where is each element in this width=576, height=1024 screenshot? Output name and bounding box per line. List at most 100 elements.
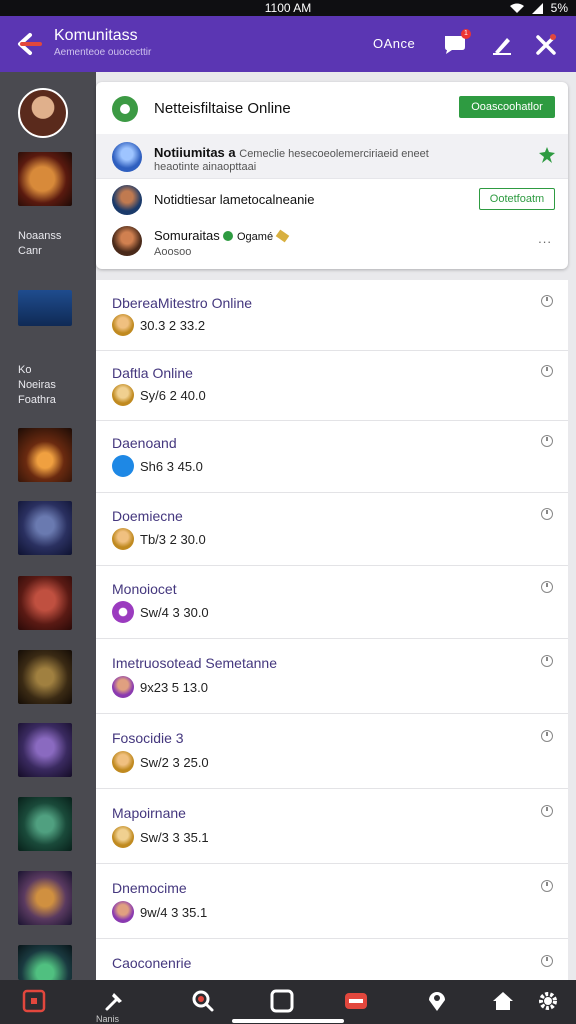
hammer-icon[interactable] <box>101 989 127 1013</box>
page-title: Komunitass <box>54 27 138 44</box>
gamepad-icon[interactable] <box>343 989 369 1013</box>
ticket-icon <box>275 229 290 243</box>
clock-icon <box>541 581 553 593</box>
user-icon <box>112 314 134 336</box>
clock-icon <box>541 655 553 667</box>
status-icons: 5% <box>509 1 568 15</box>
sidebar-label: Ko Noeiras Foathra <box>18 364 56 406</box>
notification-title-text: Somuraitas <box>154 228 220 243</box>
notification-title-text: Notiiumitas a <box>154 145 236 160</box>
list-item[interactable]: Fosocidie 3 Sw/2 3 25.0 <box>96 713 568 789</box>
item-title: Daenoand <box>112 435 177 451</box>
bottom-navigation: Nanis <box>0 980 576 1024</box>
item-meta: Sw/2 3 25.0 <box>140 755 209 770</box>
item-meta: 9x23 5 13.0 <box>140 680 208 695</box>
runner-icon <box>112 455 134 477</box>
game-thumbnail[interactable] <box>18 945 72 980</box>
row-action-button[interactable]: Ootetfoatm <box>479 188 555 210</box>
notifications-header: Netteisfiltaise Online Ooascoohatlor <box>96 82 568 135</box>
notification-title: Notidtiesar lametocalneanie <box>154 192 315 207</box>
game-thumbnail[interactable] <box>18 576 72 630</box>
star-badge-icon[interactable] <box>539 147 555 163</box>
home-indicator <box>232 1019 344 1023</box>
notification-row[interactable]: Notiiumitas a Cemeclie hesecoeolemerciri… <box>96 134 568 179</box>
user-avatar <box>112 142 142 172</box>
list-item[interactable]: DbereaMitestro Online 30.3 2 33.2 <box>96 280 568 351</box>
notification-title: Notiiumitas a Cemeclie hesecoeolemerciri… <box>154 145 429 160</box>
edit-icon[interactable] <box>489 32 515 56</box>
list-item[interactable]: Dnemocime 9w/4 3 35.1 <box>96 863 568 939</box>
list-item[interactable]: Daenoand Sh6 3 45.0 <box>96 420 568 493</box>
game-thumbnail[interactable] <box>18 290 72 326</box>
game-thumbnail[interactable] <box>18 650 72 704</box>
notifications-title: Netteisfiltaise Online <box>154 100 291 117</box>
item-meta: Sw/3 3 35.1 <box>140 830 209 845</box>
notifications-button[interactable]: 1 <box>442 29 471 56</box>
page-subtitle: Aementeoe ouocecttir <box>54 47 152 58</box>
clock-icon <box>541 880 553 892</box>
notification-row[interactable]: Somuraitas Ogamé Aoosoo ... <box>96 222 568 266</box>
item-meta: 9w/4 3 35.1 <box>140 905 208 920</box>
game-thumbnail[interactable] <box>18 428 72 482</box>
tools-icon[interactable] <box>533 32 559 56</box>
item-title: Imetruosotead Semetanne <box>112 655 277 671</box>
sidebar-label: Noaanss Canr <box>18 230 62 257</box>
item-meta: Sw/4 3 30.0 <box>140 605 209 620</box>
item-meta: Sy/6 2 40.0 <box>140 388 206 403</box>
list-item[interactable]: Doemiecne Tb/3 2 30.0 <box>96 492 568 566</box>
nav-label: Nanis <box>96 1014 120 1024</box>
header-action-button[interactable]: Ooascoohatlor <box>459 96 555 118</box>
status-time: 1100 AM <box>264 1 312 15</box>
square-icon[interactable] <box>269 989 295 1013</box>
user-icon <box>112 676 134 698</box>
notification-title: Somuraitas Ogamé <box>154 228 290 243</box>
list-item[interactable]: Mapoirnane Sw/3 3 35.1 <box>96 788 568 864</box>
appbar-action-button[interactable]: OAnce <box>373 36 415 51</box>
game-thumbnail[interactable] <box>18 797 72 851</box>
list-item[interactable]: Caoconenrie <box>96 938 568 980</box>
profile-avatar[interactable] <box>18 88 68 138</box>
notifications-card: Netteisfiltaise Online Ooascoohatlor Not… <box>96 82 568 269</box>
home-icon[interactable] <box>490 989 516 1013</box>
list-item[interactable]: Daftla Online Sy/6 2 40.0 <box>96 350 568 421</box>
user-icon <box>112 528 134 550</box>
clock-icon <box>541 295 553 307</box>
clock-icon <box>541 365 553 377</box>
item-meta: Sh6 3 45.0 <box>140 459 203 474</box>
signal-icon <box>531 2 543 14</box>
activity-feed: DbereaMitestro Online 30.3 2 33.2 Daftla… <box>96 280 568 980</box>
online-status-icon <box>112 96 138 122</box>
game-thumbnail[interactable] <box>18 501 72 555</box>
game-controller-icon <box>112 601 134 623</box>
user-icon <box>112 384 134 406</box>
notification-subtext: Aoosoo <box>154 246 192 258</box>
more-options-button[interactable]: ... <box>538 231 552 246</box>
home-square-icon[interactable] <box>21 989 47 1013</box>
item-meta: Tb/3 2 30.0 <box>140 532 206 547</box>
sidebar: Noaanss Canr Ko Noeiras Foathra <box>0 72 96 980</box>
notification-badge-text: Ogamé <box>237 231 274 243</box>
search-icon[interactable] <box>190 989 216 1013</box>
notification-subtext: heaotinte ainaopttaai <box>154 161 257 173</box>
game-thumbnail[interactable] <box>18 871 72 925</box>
game-thumbnail[interactable] <box>18 723 72 777</box>
item-meta: 30.3 2 33.2 <box>140 318 206 333</box>
list-item[interactable]: Imetruosotead Semetanne 9x23 5 13.0 <box>96 638 568 714</box>
clock-icon <box>541 508 553 520</box>
item-title: Fosocidie 3 <box>112 730 184 746</box>
back-arrow-icon[interactable] <box>14 30 44 58</box>
item-title: DbereaMitestro Online <box>112 295 253 311</box>
gear-icon[interactable] <box>535 989 561 1013</box>
clock-icon <box>541 730 553 742</box>
notification-badge: 1 <box>461 29 471 39</box>
list-item[interactable]: Monoiocet Sw/4 3 30.0 <box>96 565 568 639</box>
user-avatar <box>112 185 142 215</box>
location-icon[interactable] <box>424 989 450 1013</box>
notification-text: Cemeclie hesecoeolemerciriaeid eneet <box>239 148 429 160</box>
wifi-icon <box>509 3 524 13</box>
notification-row[interactable]: Notidtiesar lametocalneanie Ootetfoatm <box>96 179 568 223</box>
user-icon <box>112 826 134 848</box>
item-title: Daftla Online <box>112 365 193 381</box>
user-icon <box>112 751 134 773</box>
game-thumbnail[interactable] <box>18 152 72 206</box>
